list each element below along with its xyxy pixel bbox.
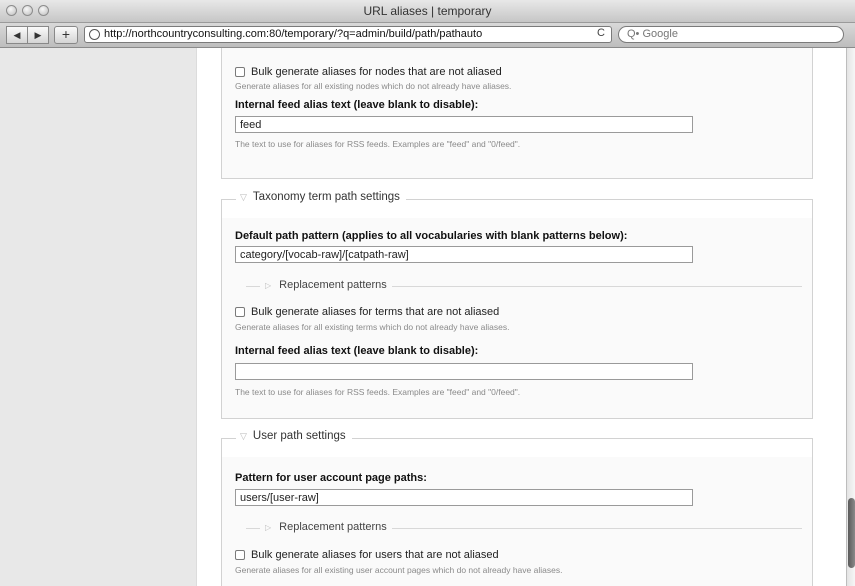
- page-content: Bulk generate aliases for nodes that are…: [196, 48, 846, 586]
- browser-window: URL aliases | temporary ◀ ▶ + http://nor…: [0, 0, 855, 586]
- window-title: URL aliases | temporary: [363, 4, 492, 18]
- back-button[interactable]: ◀: [6, 26, 28, 44]
- url-text[interactable]: http://northcountryconsulting.com:80/tem…: [104, 28, 482, 40]
- taxonomy-pattern-label: Default path pattern (applies to all voc…: [235, 230, 628, 242]
- reload-button[interactable]: C: [597, 27, 605, 39]
- taxonomy-bulk-checkbox[interactable]: [235, 307, 245, 317]
- taxonomy-pattern-input[interactable]: category/[vocab-raw]/[catpath-raw]: [235, 246, 693, 263]
- taxonomy-feed-label: Internal feed alias text (leave blank to…: [235, 345, 479, 357]
- node-bulk-checkbox[interactable]: [235, 67, 245, 77]
- taxonomy-replacement-legend[interactable]: ▷ Replacement patterns: [260, 279, 392, 291]
- user-bulk-checkbox[interactable]: [235, 550, 245, 560]
- add-bookmark-button[interactable]: +: [54, 26, 78, 44]
- left-column: [0, 48, 196, 586]
- taxonomy-path-fieldset: ▽ Taxonomy term path settings Default pat…: [221, 191, 813, 419]
- user-path-fieldset: ▽ User path settings Pattern for user acc…: [221, 430, 813, 586]
- taxonomy-bulk-row[interactable]: Bulk generate aliases for terms that are…: [235, 306, 499, 318]
- collapse-triangle-icon: ▽: [240, 192, 247, 202]
- node-feed-label: Internal feed alias text (leave blank to…: [235, 99, 479, 111]
- user-bulk-label: Bulk generate aliases for users that are…: [251, 549, 499, 561]
- user-replacement-label: Replacement patterns: [279, 521, 387, 533]
- taxonomy-feed-input[interactable]: [235, 363, 693, 380]
- user-pattern-label: Pattern for user account page paths:: [235, 472, 427, 484]
- globe-icon: [89, 29, 100, 40]
- vertical-scrollbar[interactable]: [846, 48, 855, 586]
- taxonomy-feed-description: The text to use for aliases for RSS feed…: [235, 387, 521, 397]
- search-placeholder: Q• Google: [627, 28, 678, 40]
- user-replacement-patterns[interactable]: ▷ Replacement patterns: [246, 521, 812, 535]
- node-bulk-row[interactable]: Bulk generate aliases for nodes that are…: [235, 66, 502, 78]
- taxonomy-replacement-label: Replacement patterns: [279, 279, 387, 291]
- node-bulk-description: Generate aliases for all existing nodes …: [235, 81, 512, 91]
- taxonomy-legend[interactable]: ▽ Taxonomy term path settings: [236, 191, 406, 203]
- nav-buttons: ◀ ▶: [6, 26, 49, 44]
- taxonomy-legend-label: Taxonomy term path settings: [252, 191, 400, 203]
- user-legend[interactable]: ▽ User path settings: [236, 430, 352, 442]
- node-path-fieldset: Bulk generate aliases for nodes that are…: [221, 48, 813, 179]
- forward-button[interactable]: ▶: [28, 26, 49, 44]
- user-replacement-legend[interactable]: ▷ Replacement patterns: [260, 521, 392, 533]
- node-feed-input[interactable]: feed: [235, 116, 693, 133]
- user-legend-label: User path settings: [252, 430, 346, 442]
- address-bar[interactable]: http://northcountryconsulting.com:80/tem…: [84, 26, 612, 43]
- collapse-triangle-icon: ▽: [240, 431, 247, 441]
- search-field[interactable]: Q• Google: [618, 26, 844, 43]
- title-bar: URL aliases | temporary: [0, 0, 855, 23]
- node-bulk-label: Bulk generate aliases for nodes that are…: [251, 66, 502, 78]
- user-bulk-row[interactable]: Bulk generate aliases for users that are…: [235, 549, 499, 561]
- expand-triangle-icon: ▷: [265, 523, 272, 532]
- expand-triangle-icon: ▷: [265, 281, 272, 290]
- taxonomy-bulk-label: Bulk generate aliases for terms that are…: [251, 306, 500, 318]
- scrollbar-thumb[interactable]: [848, 498, 855, 568]
- node-feed-description: The text to use for aliases for RSS feed…: [235, 139, 521, 149]
- taxonomy-replacement-patterns[interactable]: ▷ Replacement patterns: [246, 279, 812, 293]
- user-bulk-description: Generate aliases for all existing user a…: [235, 565, 563, 575]
- page-viewport: Bulk generate aliases for nodes that are…: [0, 48, 846, 586]
- user-pattern-input[interactable]: users/[user-raw]: [235, 489, 693, 506]
- browser-toolbar: ◀ ▶ + http://northcountryconsulting.com:…: [0, 23, 855, 48]
- taxonomy-bulk-description: Generate aliases for all existing terms …: [235, 322, 510, 332]
